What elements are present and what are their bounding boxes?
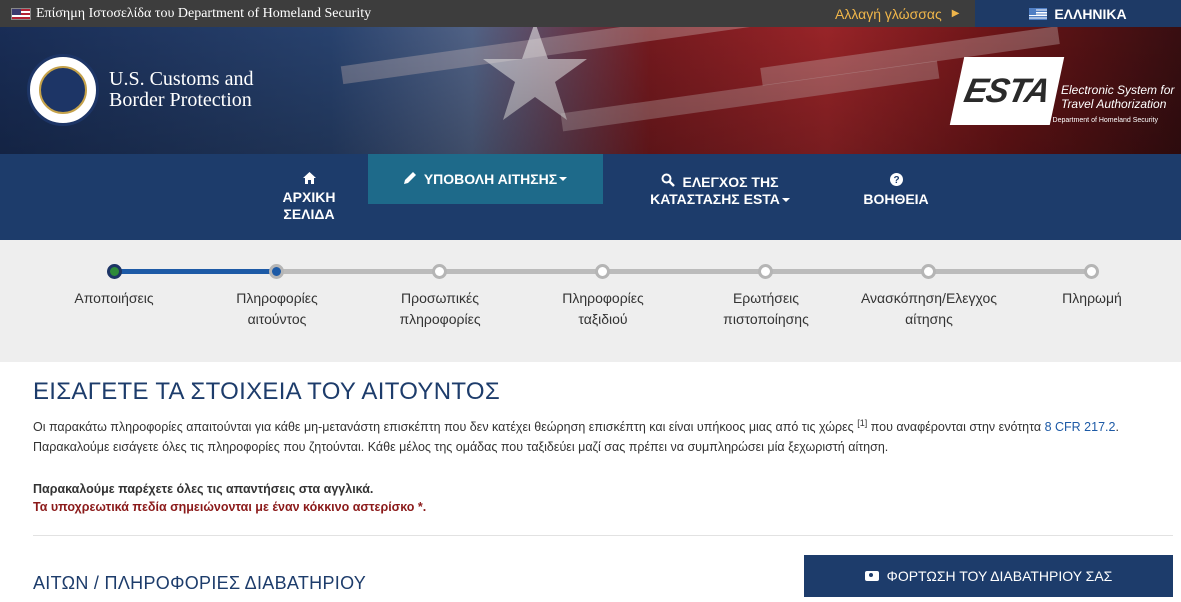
caret-right-icon: ▶ xyxy=(951,8,960,19)
footnote-link[interactable]: [1] xyxy=(857,418,867,428)
upload-passport-button[interactable]: ΦΟΡΤΩΣΗ ΤΟΥ ΔΙΑΒΑΤΗΡΙΟΥ ΣΑΣ xyxy=(804,555,1173,597)
change-language-link[interactable]: Αλλαγή γλώσσας ▶ xyxy=(835,0,959,27)
page-title: ΕΙΣΑΓΕΤΕ ΤΑ ΣΤΟΙΧΕΙΑ ΤΟΥ ΑΙΤΟΥΝΤΟΣ xyxy=(33,378,500,405)
step-label-travel-info: Πληροφορίες ταξιδιού xyxy=(562,290,644,327)
section-divider xyxy=(33,535,1173,536)
greek-flag-icon xyxy=(1029,7,1048,20)
progress-track-complete xyxy=(114,269,277,274)
step-dot-travel-info xyxy=(595,264,610,279)
cfr-link[interactable]: 8 CFR 217.2 xyxy=(1045,420,1116,434)
step-dot-review xyxy=(921,264,936,279)
nav-check-status[interactable]: ΕΛΕΓΧΟΣ ΤΗΣ ΚΑΤΑΣΤΑΣΗΣ ESTA xyxy=(640,173,800,208)
official-site-text: Επίσημη Ιστοσελίδα του Department of Hom… xyxy=(36,5,372,21)
nav-home[interactable]: ΑΡΧΙΚΗ ΣΕΛΙΔΑ xyxy=(270,172,348,223)
camera-icon xyxy=(864,571,879,581)
chevron-down-icon xyxy=(781,197,790,202)
step-label-personal-info: Προσωπικές πληροφορίες xyxy=(399,290,481,327)
pencil-icon xyxy=(403,171,417,188)
language-selector[interactable]: ΕΛΛΗΝΙΚΑ xyxy=(975,0,1181,27)
step-dot-disclaimers xyxy=(107,264,122,279)
progress-track-remaining xyxy=(277,269,1092,274)
chevron-down-icon xyxy=(559,177,568,181)
change-language-label: Αλλαγή γλώσσας xyxy=(835,5,942,22)
step-dot-payment xyxy=(1084,264,1099,279)
question-circle-icon: ? xyxy=(889,173,903,189)
official-site-bar: Επίσημη Ιστοσελίδα του Department of Hom… xyxy=(0,0,1181,27)
step-label-disclaimers: Αποποιήσεις xyxy=(74,290,154,306)
step-dot-eligibility-questions xyxy=(758,264,773,279)
esta-wordmark: ESTA xyxy=(949,57,1065,125)
step-dot-applicant-info xyxy=(269,264,284,279)
step-label-review: Ανασκόπηση/Ελεγχος αίτησης xyxy=(860,290,998,327)
required-fields-note: Τα υποχρεωτικά πεδία σημειώνονται με ένα… xyxy=(33,500,427,514)
cbp-logo[interactable]: U.S. Customs and Border Protection xyxy=(27,54,253,126)
esta-dhs-subtitle: U.S. Department of Homeland Security xyxy=(1037,117,1158,124)
step-label-eligibility-questions: Ερωτήσεις πιστοποίησης xyxy=(723,290,809,327)
step-label-applicant-info: Πληροφορίες αιτούντος xyxy=(236,290,318,327)
agency-name: U.S. Customs and Border Protection xyxy=(109,68,254,111)
dhs-seal-icon xyxy=(27,54,99,126)
step-label-payment: Πληρωμή xyxy=(1062,290,1122,306)
english-answers-note: Παρακαλούμε παρέχετε όλες τις απαντήσεις… xyxy=(33,482,374,496)
intro-paragraph: Οι παρακάτω πληροφορίες απαιτούνται για … xyxy=(33,418,1119,455)
header-banner: U.S. Customs and Border Protection ESTA … xyxy=(0,27,1181,154)
upload-passport-label: ΦΟΡΤΩΣΗ ΤΟΥ ΔΙΑΒΑΤΗΡΙΟΥ ΣΑΣ xyxy=(886,568,1113,584)
svg-text:?: ? xyxy=(893,175,899,186)
section-title: ΑΙΤΩΝ / ΠΛΗΡΟΦΟΡΙΕΣ ΔΙΑΒΑΤΗΡΙΟΥ xyxy=(33,573,367,593)
esta-caption: Electronic System for Travel Authorizati… xyxy=(1061,83,1175,111)
application-progress: Αποποιήσεις Πληροφορίες αιτούντος Προσωπ… xyxy=(0,240,1181,362)
nav-help[interactable]: ? ΒΟΗΘΕΙΑ xyxy=(856,173,936,208)
us-flag-icon xyxy=(11,7,31,20)
main-navigation: ΑΡΧΙΚΗ ΣΕΛΙΔΑ ΥΠΟΒΟΛΗ ΑΙΤΗΣΗΣ ΕΛΕΓΧΟΣ ΤΗ… xyxy=(0,154,1181,240)
search-icon xyxy=(661,173,676,191)
official-site-notice: Επίσημη Ιστοσελίδα του Department of Hom… xyxy=(11,0,371,27)
current-language-label: ΕΛΛΗΝΙΚΑ xyxy=(1054,5,1127,22)
home-icon xyxy=(302,172,316,187)
step-dot-personal-info xyxy=(432,264,447,279)
nav-submit-application[interactable]: ΥΠΟΒΟΛΗ ΑΙΤΗΣΗΣ xyxy=(368,154,603,204)
